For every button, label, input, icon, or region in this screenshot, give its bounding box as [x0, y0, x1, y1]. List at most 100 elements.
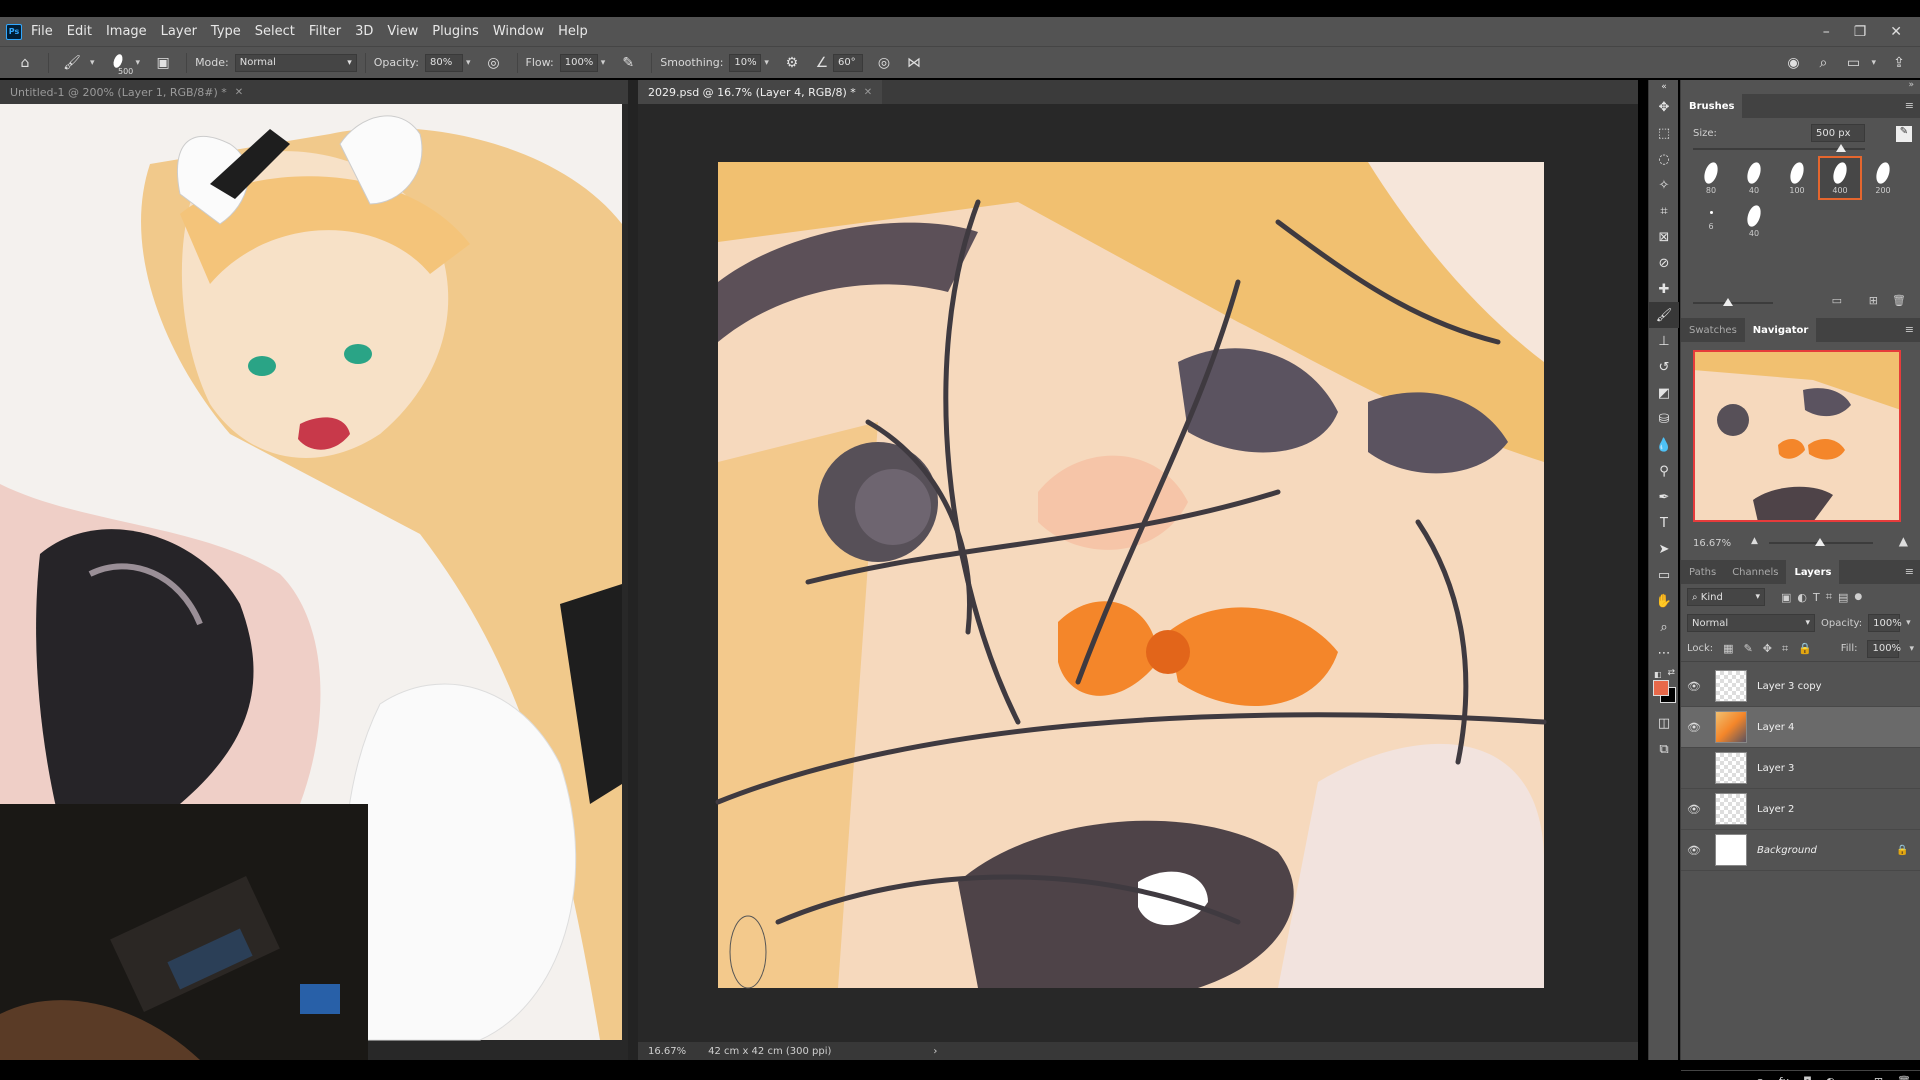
new-group-icon[interactable]: ▭	[1849, 1075, 1859, 1080]
chevron-down-icon[interactable]: ▾	[1909, 644, 1914, 654]
chevron-down-icon[interactable]: ▾	[1906, 618, 1911, 628]
filter-toggle-icon[interactable]: ●	[1854, 592, 1862, 602]
new-group-icon[interactable]: ▭	[1832, 294, 1842, 307]
visibility-eye-icon[interactable]: 👁	[1681, 803, 1707, 816]
lasso-tool-icon[interactable]: ◌	[1649, 146, 1679, 172]
menu-select[interactable]: Select	[255, 24, 295, 39]
navigator-thumbnail[interactable]	[1693, 350, 1901, 522]
tab-untitled-1[interactable]: Untitled-1 @ 200% (Layer 1, RGB/8#) * ✕	[0, 80, 253, 104]
default-colors-icon[interactable]: ◧	[1654, 670, 1662, 679]
new-layer-icon[interactable]: ⊞	[1874, 1075, 1883, 1080]
zoom-tool-icon[interactable]: ⌕	[1649, 614, 1679, 640]
history-brush-tool-icon[interactable]: ↺	[1649, 354, 1679, 380]
brush-preset[interactable]: 100	[1777, 158, 1817, 198]
lock-image-icon[interactable]: ✎	[1744, 642, 1753, 655]
menu-edit[interactable]: Edit	[67, 24, 92, 39]
mode-select[interactable]: Normal ▾	[234, 53, 357, 72]
lock-position-icon[interactable]: ✥	[1763, 642, 1772, 655]
menu-filter[interactable]: Filter	[309, 24, 341, 39]
brush-preset-selected[interactable]: 400	[1818, 156, 1862, 200]
flow-input[interactable]: 100%	[559, 53, 598, 72]
tab-swatches[interactable]: Swatches	[1681, 318, 1745, 342]
dodge-tool-icon[interactable]: ⚲	[1649, 458, 1679, 484]
delete-brush-icon[interactable]: 🗑	[1892, 294, 1906, 307]
close-tab-icon[interactable]: ✕	[235, 87, 243, 98]
blend-mode-select[interactable]: Normal ▾	[1687, 614, 1815, 632]
lock-artboard-icon[interactable]: ⌗	[1782, 642, 1788, 656]
brush-preset[interactable]: 80	[1691, 158, 1731, 198]
reference-image-canvas[interactable]	[0, 104, 628, 1060]
brush-preset[interactable]: 6	[1691, 201, 1731, 241]
home-icon[interactable]: ⌂	[14, 52, 36, 74]
brush-preset[interactable]: 40	[1734, 201, 1774, 241]
tab-brushes[interactable]: Brushes	[1681, 94, 1743, 118]
menu-3d[interactable]: 3D	[355, 24, 373, 39]
filter-smart-object-icon[interactable]: ▤	[1838, 591, 1848, 604]
layer-filter-select[interactable]: ⌕ Kind ▾	[1687, 588, 1765, 606]
layer-name[interactable]: Layer 2	[1757, 804, 1920, 815]
visibility-eye-icon[interactable]: 👁	[1681, 680, 1707, 693]
navigator-zoom-value[interactable]: 16.67%	[1693, 538, 1731, 549]
close-window-button[interactable]: ✕	[1890, 24, 1902, 40]
rectangle-tool-icon[interactable]: ▭	[1649, 562, 1679, 588]
restore-button[interactable]: ❐	[1854, 24, 1867, 40]
chevron-down-icon[interactable]: ▾	[90, 58, 95, 68]
filter-type-icon[interactable]: T	[1813, 591, 1820, 604]
healing-brush-tool-icon[interactable]: ✚	[1649, 276, 1679, 302]
delete-layer-icon[interactable]: 🗑	[1897, 1075, 1911, 1080]
filter-adjustment-icon[interactable]: ◐	[1797, 591, 1807, 604]
visibility-eye-icon[interactable]: 👁	[1681, 721, 1707, 734]
new-brush-icon[interactable]: ⊞	[1869, 294, 1878, 307]
navigator-zoom-thumb[interactable]	[1815, 538, 1825, 546]
panel-menu-icon[interactable]: ≡	[1905, 99, 1914, 112]
magic-wand-tool-icon[interactable]: ✧	[1649, 172, 1679, 198]
brush-tool-icon[interactable]: 🖌	[1649, 302, 1679, 328]
stamp-tool-icon[interactable]: ⊥	[1649, 328, 1679, 354]
brush-settings-panel-icon[interactable]: ▣	[152, 52, 174, 74]
collapse-panels-icon[interactable]: »	[1681, 80, 1920, 94]
frame-tool-icon[interactable]: ⊠	[1649, 224, 1679, 250]
layer-name[interactable]: Background	[1757, 845, 1896, 856]
filter-pixel-icon[interactable]: ▣	[1781, 591, 1791, 604]
menu-help[interactable]: Help	[558, 24, 588, 39]
menu-layer[interactable]: Layer	[161, 24, 197, 39]
tab-layers[interactable]: Layers	[1786, 560, 1840, 584]
chevron-down-icon[interactable]: ▾	[466, 58, 471, 68]
swap-colors-icon[interactable]: ⇄	[1667, 668, 1675, 678]
tab-channels[interactable]: Channels	[1724, 560, 1786, 584]
minimize-button[interactable]: –	[1823, 24, 1830, 40]
panel-divider[interactable]	[628, 80, 638, 1060]
preview-size-slider[interactable]	[1693, 302, 1773, 304]
more-tools-icon[interactable]: ⋯	[1649, 640, 1679, 666]
share-user-icon[interactable]: ◉	[1782, 52, 1804, 74]
airbrush-icon[interactable]: ✎	[617, 52, 639, 74]
tab-2029-psd[interactable]: 2029.psd @ 16.7% (Layer 4, RGB/8) * ✕	[638, 80, 883, 104]
status-zoom[interactable]: 16.67%	[648, 1046, 686, 1057]
menu-window[interactable]: Window	[493, 24, 544, 39]
hand-tool-icon[interactable]: ✋	[1649, 588, 1679, 614]
close-tab-icon[interactable]: ✕	[864, 87, 872, 98]
workspace-icon[interactable]: ▭	[1842, 52, 1864, 74]
status-arrow-icon[interactable]: ›	[933, 1046, 937, 1057]
search-icon[interactable]: ⌕	[1812, 52, 1834, 74]
lock-transparent-icon[interactable]: ▦	[1723, 642, 1733, 655]
chevron-down-icon[interactable]: ▾	[601, 58, 606, 68]
panel-menu-icon[interactable]: ≡	[1905, 323, 1914, 336]
brush-tool-preset-icon[interactable]: 🖌	[61, 52, 83, 74]
paint-bucket-tool-icon[interactable]: ⛁	[1649, 406, 1679, 432]
brush-preset[interactable]: 40	[1734, 158, 1774, 198]
layer-row[interactable]: Layer 3	[1681, 748, 1920, 789]
fill-input[interactable]: 100%	[1867, 639, 1901, 658]
menu-file[interactable]: File	[31, 24, 53, 39]
eyedropper-tool-icon[interactable]: ⊘	[1649, 250, 1679, 276]
artwork-canvas[interactable]	[638, 104, 1638, 1042]
layer-name[interactable]: Layer 4	[1757, 722, 1920, 733]
tab-navigator[interactable]: Navigator	[1744, 318, 1817, 342]
collapse-toolbar-icon[interactable]: «	[1649, 80, 1679, 94]
brush-settings-icon[interactable]: ✎	[1896, 126, 1912, 142]
layer-row[interactable]: 👁 Layer 2	[1681, 789, 1920, 830]
size-slider-thumb[interactable]	[1836, 144, 1846, 152]
eraser-tool-icon[interactable]: ◩	[1649, 380, 1679, 406]
panel-menu-icon[interactable]: ≡	[1905, 565, 1914, 578]
foreground-color-swatch[interactable]	[1653, 680, 1669, 696]
